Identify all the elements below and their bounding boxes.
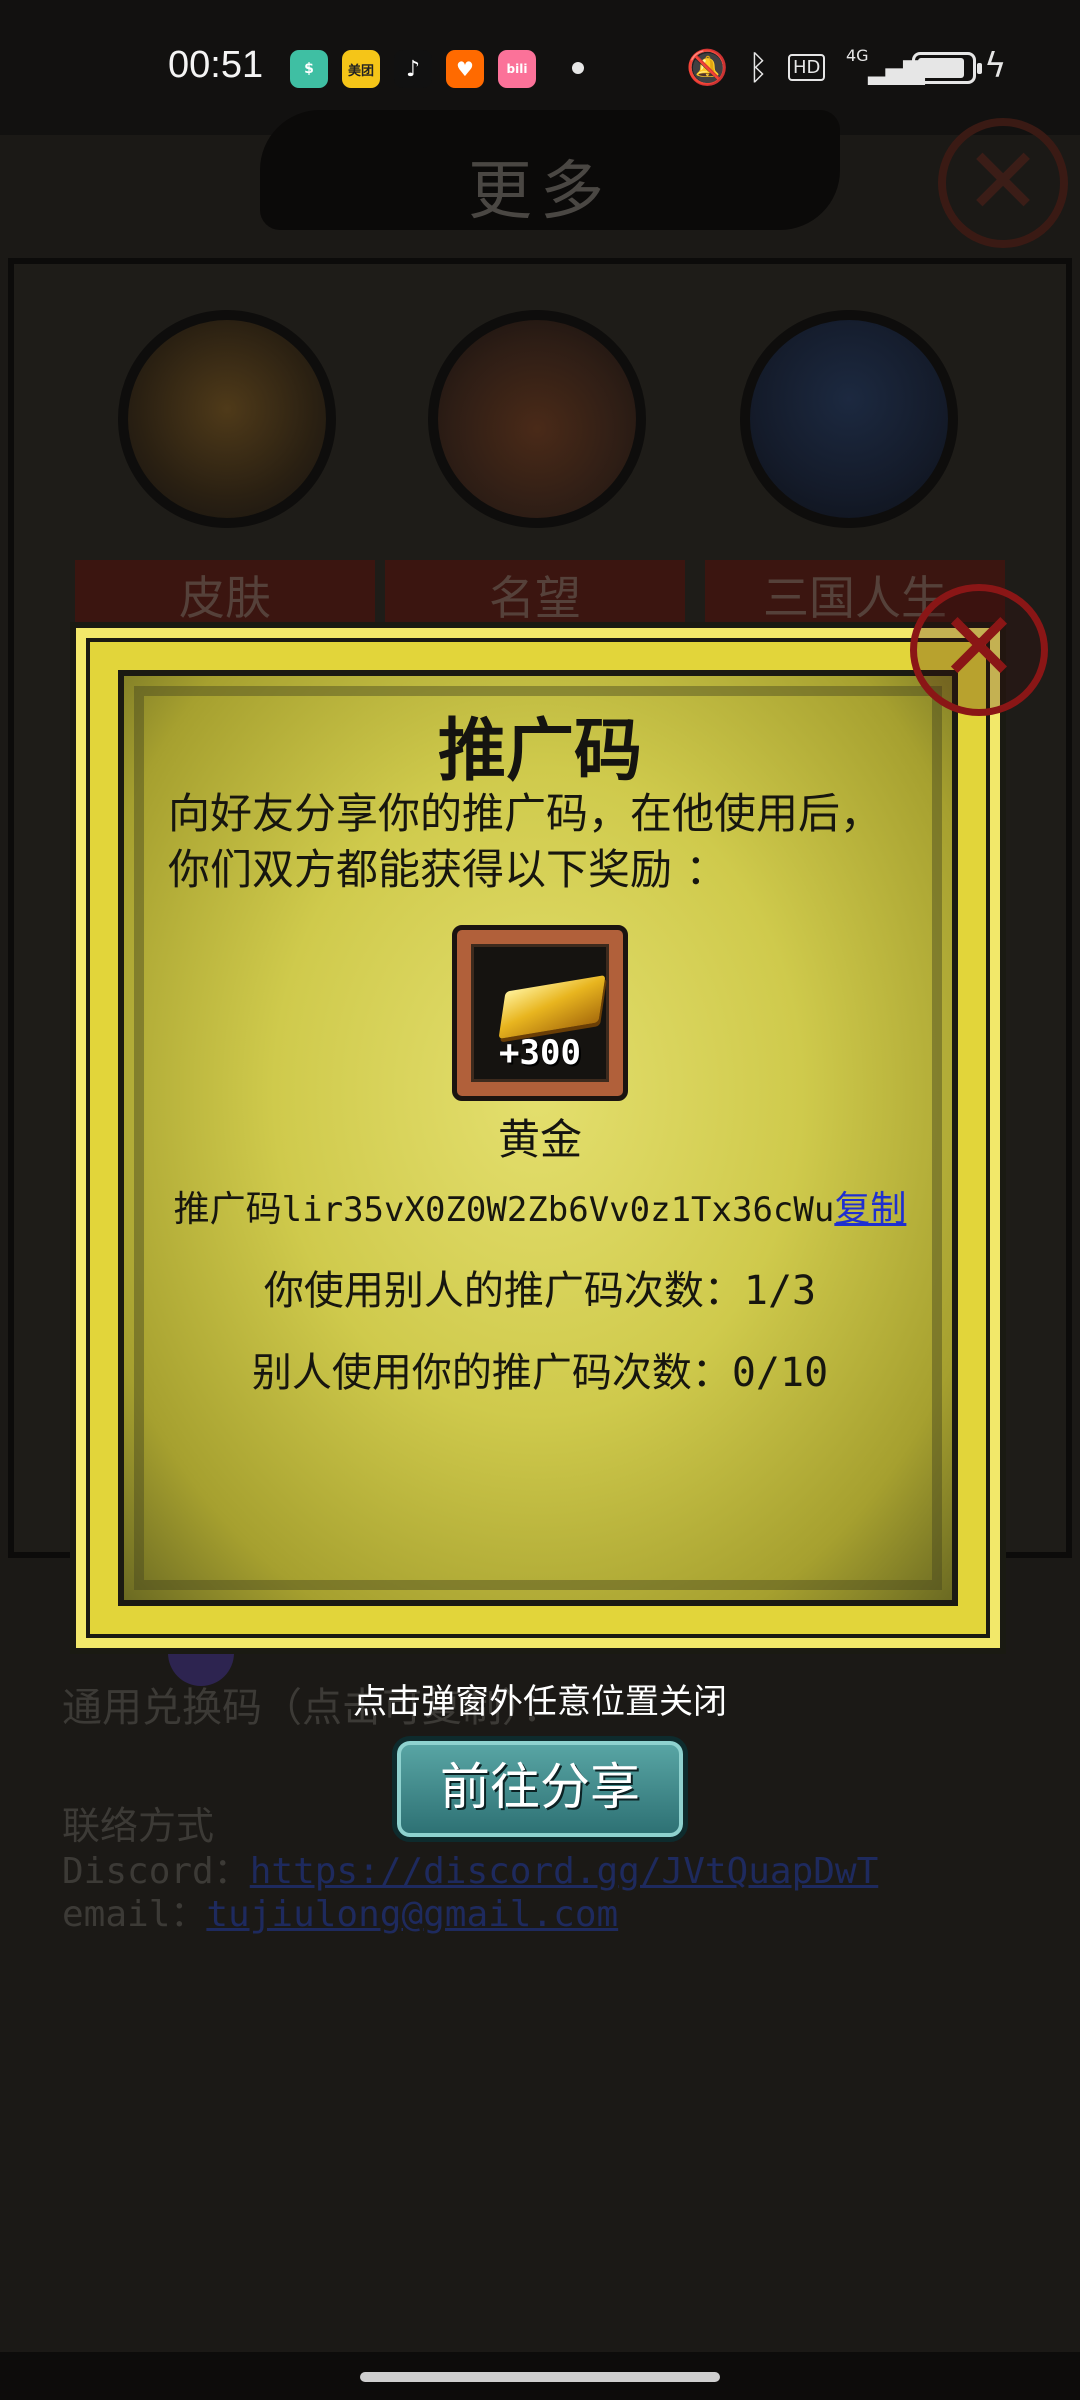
more-page-title: 更多 [468, 155, 612, 229]
bluetooth-icon: ᛒ [748, 48, 769, 88]
tiktok-app-icon: ♪ [394, 50, 432, 88]
fame-palace-image[interactable] [428, 310, 646, 528]
referral-code-row: 推广码lir35vX0Z0W2Zb6Vv0z1Tx36cWu复制 [0, 1180, 1080, 1232]
taobao-app-icon: ♥ [446, 50, 484, 88]
mute-icon: 🔕 [686, 48, 729, 88]
email-link[interactable]: tujiulong@gmail.com [206, 1894, 618, 1935]
meituan-app-icon: 美团 [342, 50, 380, 88]
network-type-icon: 4G [846, 46, 869, 65]
referral-code-value: lir35vX0Z0W2Zb6Vv0z1Tx36cWu [281, 1190, 835, 1230]
charging-icon: ϟ [984, 46, 1007, 86]
reward-item: +300 [452, 925, 628, 1101]
modal-description-line1: 向好友分享你的推广码，在他使用后， [168, 789, 883, 838]
reward-name: 黄金 [497, 1115, 582, 1164]
more-notifications-dot [572, 62, 584, 74]
used-others-code-count: 1/3 [743, 1268, 817, 1314]
modal-title: 推广码 [437, 712, 642, 791]
others-used-code-row: 别人使用你的推广码次数：0/10 [0, 1340, 1080, 1398]
email-row: email：tujiulong@gmail.com [62, 1885, 618, 1937]
used-others-code-label: 你使用别人的推广码次数： [263, 1268, 744, 1314]
used-others-code-row: 你使用别人的推广码次数：1/3 [0, 1258, 1080, 1316]
close-hint: 点击弹窗外任意位置关闭 [353, 1682, 727, 1722]
email-label: email： [62, 1894, 207, 1935]
others-used-code-count: 0/10 [731, 1350, 829, 1396]
reward-amount: +300 [499, 1033, 581, 1073]
wallet-app-icon: $ [290, 50, 328, 88]
bilibili-app-icon: bili [498, 50, 536, 88]
go-share-button[interactable]: 前往分享 [392, 1736, 688, 1842]
skin-avatar-image[interactable] [118, 310, 336, 528]
home-gesture-handle[interactable] [360, 2372, 720, 2382]
hd-icon: HD [788, 54, 826, 81]
others-used-code-label: 别人使用你的推广码次数： [251, 1350, 732, 1396]
three-kingdoms-life-image[interactable] [740, 310, 958, 528]
battery-icon [912, 52, 982, 84]
gold-bar-icon [498, 975, 606, 1039]
status-time: 00:51 [168, 44, 264, 86]
page-close-icon[interactable]: ✕ [938, 118, 1068, 248]
referral-code-label: 推广码 [173, 1189, 282, 1230]
copy-code-link[interactable]: 复制 [834, 1189, 906, 1230]
reward-slot: +300 [471, 944, 609, 1082]
modal-description-line2: 你们双方都能获得以下奖励 ： [168, 845, 728, 894]
